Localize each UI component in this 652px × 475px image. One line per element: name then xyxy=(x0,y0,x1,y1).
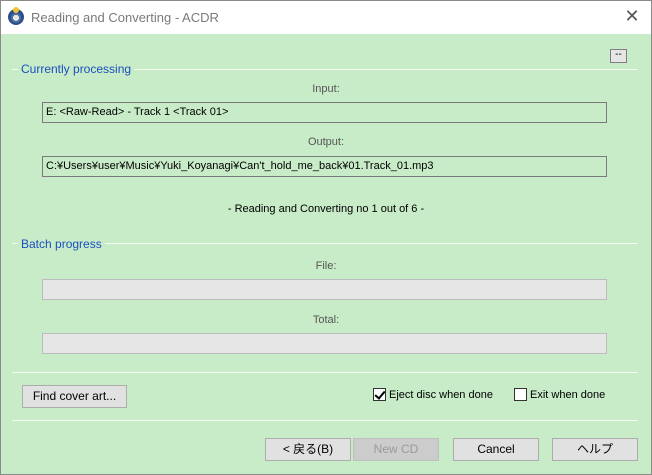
output-label: Output: xyxy=(307,136,345,148)
exit-checkbox-label: Exit when done xyxy=(530,388,606,401)
exit-checkbox-box[interactable] xyxy=(514,388,527,401)
cancel-button[interactable]: Cancel xyxy=(453,438,539,461)
total-label: Total: xyxy=(312,314,340,326)
eject-checkbox-label: Eject disc when done xyxy=(389,388,493,401)
dialog-client: -- Currently processing Input: E: <Raw-R… xyxy=(1,34,651,474)
eject-disc-checkbox[interactable]: Eject disc when done xyxy=(373,388,493,401)
eject-checkbox-box[interactable] xyxy=(373,388,386,401)
close-icon[interactable]: ✕ xyxy=(623,8,641,26)
app-icon xyxy=(8,7,24,25)
total-progress-bar xyxy=(42,333,607,354)
status-text: - Reading and Converting no 1 out of 6 - xyxy=(227,203,425,215)
processing-group-label: Currently processing xyxy=(18,62,135,76)
input-field[interactable]: E: <Raw-Read> - Track 1 <Track 01> xyxy=(42,102,607,123)
file-label: File: xyxy=(315,260,337,272)
input-label: Input: xyxy=(312,83,340,95)
file-progress-bar xyxy=(42,279,607,300)
exit-when-done-checkbox[interactable]: Exit when done xyxy=(514,388,605,401)
output-field[interactable]: C:¥Users¥user¥Music¥Yuki_Koyanagi¥Can't_… xyxy=(42,156,607,177)
dialog-window: Reading and Converting - ACDR ✕ -- Curre… xyxy=(0,0,652,475)
new-cd-button[interactable]: New CD xyxy=(353,438,439,461)
help-button[interactable]: ヘルプ xyxy=(552,438,638,461)
title-bar: Reading and Converting - ACDR ✕ xyxy=(1,1,651,34)
back-button[interactable]: < 戻る(B) xyxy=(265,438,351,461)
window-title: Reading and Converting - ACDR xyxy=(31,10,219,25)
footer-separator xyxy=(12,420,637,421)
batch-group-line xyxy=(12,243,637,244)
find-cover-art-button[interactable]: Find cover art... xyxy=(22,385,127,408)
options-separator xyxy=(12,372,637,373)
collapse-button[interactable]: -- xyxy=(610,49,627,63)
batch-group-label: Batch progress xyxy=(18,237,105,251)
